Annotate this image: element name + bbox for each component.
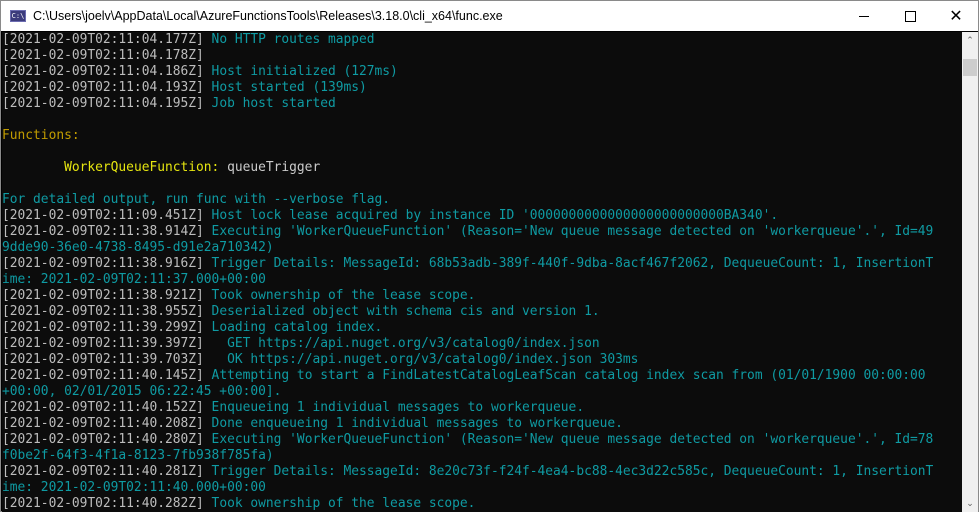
console-line: [2021-02-09T02:11:40.208Z] Done enqueuei… xyxy=(2,416,962,432)
console-line: For detailed output, run func with --ver… xyxy=(2,192,962,208)
log-timestamp: [2021-02-09T02:11:39.299Z] xyxy=(2,320,204,335)
console-line: [2021-02-09T02:11:39.703Z] OK https://ap… xyxy=(2,352,962,368)
minimize-button[interactable] xyxy=(841,1,887,31)
log-message: Trigger Details: MessageId: 68b53adb-389… xyxy=(203,256,934,271)
console-line: [2021-02-09T02:11:04.186Z] Host initiali… xyxy=(2,64,962,80)
log-timestamp: [2021-02-09T02:11:38.955Z] xyxy=(2,304,204,319)
log-message: +00:00, 02/01/2015 06:22:45 +00:00]. xyxy=(2,384,282,399)
console-line: [2021-02-09T02:11:04.195Z] Job host star… xyxy=(2,96,962,112)
log-timestamp: [2021-02-09T02:11:40.152Z] xyxy=(2,400,204,415)
log-message: Took ownership of the lease scope. xyxy=(203,288,476,303)
chevron-down-icon: ⌄ xyxy=(966,498,974,509)
console-line: [2021-02-09T02:11:40.145Z] Attempting to… xyxy=(2,368,962,384)
log-timestamp: [2021-02-09T02:11:38.916Z] xyxy=(2,256,204,271)
close-button[interactable]: ✕ xyxy=(933,1,979,31)
close-icon: ✕ xyxy=(949,6,963,25)
log-timestamp: [2021-02-09T02:11:04.177Z] xyxy=(2,32,204,47)
log-timestamp: [2021-02-09T02:11:09.451Z] xyxy=(2,208,204,223)
console-line: WorkerQueueFunction: queueTrigger xyxy=(2,160,962,176)
log-message: Executing 'WorkerQueueFunction' (Reason=… xyxy=(203,224,934,239)
console-line: Functions: xyxy=(2,128,962,144)
console-line: [2021-02-09T02:11:09.451Z] Host lock lea… xyxy=(2,208,962,224)
log-message: Trigger Details: MessageId: 8e20c73f-f24… xyxy=(203,464,934,479)
log-timestamp: [2021-02-09T02:11:40.282Z] xyxy=(2,496,204,511)
log-timestamp: [2021-02-09T02:11:04.193Z] xyxy=(2,80,204,95)
title-bar[interactable]: C:\ C:\Users\joelv\AppData\Local\AzureFu… xyxy=(1,1,978,31)
log-timestamp: [2021-02-09T02:11:04.178Z] xyxy=(2,48,204,63)
log-message: Functions: xyxy=(2,128,80,143)
log-timestamp: [2021-02-09T02:11:40.281Z] xyxy=(2,464,204,479)
log-message: Host lock lease acquired by instance ID … xyxy=(203,208,779,223)
log-message: No HTTP routes mapped xyxy=(203,32,375,47)
function-trigger: queueTrigger xyxy=(219,160,321,175)
console-line: f0be2f-64f3-4f1a-8123-7fb938f785fa) xyxy=(2,448,962,464)
log-message: Host initialized (127ms) xyxy=(203,64,398,79)
minimize-icon xyxy=(859,15,869,17)
log-message: GET https://api.nuget.org/v3/catalog0/in… xyxy=(203,336,600,351)
maximize-icon xyxy=(904,10,916,22)
console-line: [2021-02-09T02:11:04.177Z] No HTTP route… xyxy=(2,32,962,48)
log-message: ime: 2021-02-09T02:11:40.000+00:00 xyxy=(2,480,266,495)
log-message: Executing 'WorkerQueueFunction' (Reason=… xyxy=(203,432,934,447)
console-line: [2021-02-09T02:11:40.281Z] Trigger Detai… xyxy=(2,464,962,480)
log-message: Enqueueing 1 individual messages to work… xyxy=(203,400,585,415)
chevron-up-icon: ⌃ xyxy=(966,35,974,46)
console-output[interactable]: [2021-02-09T02:11:04.177Z] No HTTP route… xyxy=(2,32,962,512)
log-timestamp: [2021-02-09T02:11:38.921Z] xyxy=(2,288,204,303)
log-message: Deserialized object with schema cis and … xyxy=(203,304,600,319)
console-line: [2021-02-09T02:11:40.280Z] Executing 'Wo… xyxy=(2,432,962,448)
log-message: For detailed output, run func with --ver… xyxy=(2,192,391,207)
log-message: Attempting to start a FindLatestCatalogL… xyxy=(203,368,926,383)
console-app-icon: C:\ xyxy=(10,10,26,22)
console-line: [2021-02-09T02:11:40.282Z] Took ownershi… xyxy=(2,496,962,512)
log-timestamp: [2021-02-09T02:11:39.397Z] xyxy=(2,336,204,351)
log-timestamp: [2021-02-09T02:11:04.186Z] xyxy=(2,64,204,79)
log-timestamp: [2021-02-09T02:11:38.914Z] xyxy=(2,224,204,239)
scrollbar-thumb[interactable] xyxy=(963,59,977,76)
window-title: C:\Users\joelv\AppData\Local\AzureFuncti… xyxy=(33,9,503,23)
log-message: f0be2f-64f3-4f1a-8123-7fb938f785fa) xyxy=(2,448,274,463)
console-window: C:\ C:\Users\joelv\AppData\Local\AzureFu… xyxy=(0,0,979,512)
log-message: Loading catalog index. xyxy=(203,320,383,335)
log-message: ime: 2021-02-09T02:11:37.000+00:00 xyxy=(2,272,266,287)
scroll-up-button[interactable]: ⌃ xyxy=(962,32,978,49)
console-line: [2021-02-09T02:11:04.178Z] xyxy=(2,48,962,64)
log-timestamp: [2021-02-09T02:11:40.280Z] xyxy=(2,432,204,447)
maximize-button[interactable] xyxy=(887,1,933,31)
function-name: WorkerQueueFunction: xyxy=(64,160,220,175)
log-message: Done enqueueing 1 individual messages to… xyxy=(203,416,623,431)
console-line: ime: 2021-02-09T02:11:40.000+00:00 xyxy=(2,480,962,496)
console-line: [2021-02-09T02:11:40.152Z] Enqueueing 1 … xyxy=(2,400,962,416)
log-message: OK https://api.nuget.org/v3/catalog0/ind… xyxy=(203,352,639,367)
log-message: Took ownership of the lease scope. xyxy=(203,496,476,511)
log-message: 9dde90-36e0-4738-8495-d91e2a710342) xyxy=(2,240,274,255)
log-message: Job host started xyxy=(203,96,336,111)
log-timestamp: [2021-02-09T02:11:39.703Z] xyxy=(2,352,204,367)
console-line: [2021-02-09T02:11:04.193Z] Host started … xyxy=(2,80,962,96)
console-line: +00:00, 02/01/2015 06:22:45 +00:00]. xyxy=(2,384,962,400)
console-line: [2021-02-09T02:11:38.921Z] Took ownershi… xyxy=(2,288,962,304)
log-timestamp: [2021-02-09T02:11:40.145Z] xyxy=(2,368,204,383)
console-line: [2021-02-09T02:11:38.914Z] Executing 'Wo… xyxy=(2,224,962,240)
console-line: ime: 2021-02-09T02:11:37.000+00:00 xyxy=(2,272,962,288)
console-line: [2021-02-09T02:11:39.299Z] Loading catal… xyxy=(2,320,962,336)
vertical-scrollbar[interactable]: ⌃ ⌄ xyxy=(962,32,978,512)
log-timestamp: [2021-02-09T02:11:40.208Z] xyxy=(2,416,204,431)
console-line: [2021-02-09T02:11:38.916Z] Trigger Detai… xyxy=(2,256,962,272)
log-message: Host started (139ms) xyxy=(203,80,367,95)
console-line: [2021-02-09T02:11:38.955Z] Deserialized … xyxy=(2,304,962,320)
console-line: 9dde90-36e0-4738-8495-d91e2a710342) xyxy=(2,240,962,256)
log-timestamp: [2021-02-09T02:11:04.195Z] xyxy=(2,96,204,111)
scroll-down-button[interactable]: ⌄ xyxy=(962,495,978,512)
console-line: [2021-02-09T02:11:39.397Z] GET https://a… xyxy=(2,336,962,352)
